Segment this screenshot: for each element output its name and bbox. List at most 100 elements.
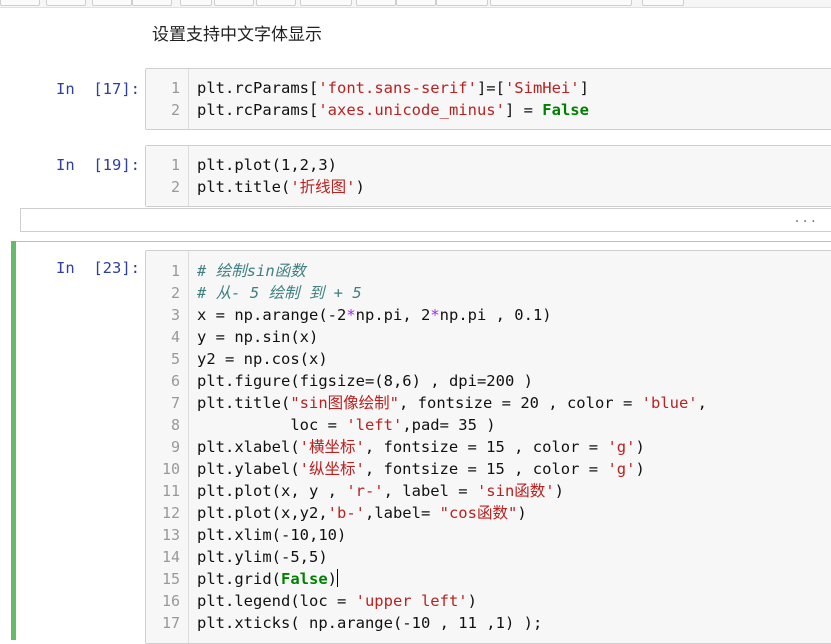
code-token: , fontsize = 15 , color = (364, 438, 608, 456)
line-number: 16 (161, 592, 180, 610)
code-token: '折线图' (290, 178, 356, 196)
code-line[interactable]: plt.ylabel('纵坐标', fontsize = 15 , color … (197, 458, 645, 480)
code-token: ) (517, 504, 527, 522)
code-token: ) (554, 482, 564, 500)
code-line[interactable]: plt.grid(False) (197, 568, 339, 590)
code-token: ) (327, 570, 338, 588)
code-token: 'left' (346, 416, 403, 434)
code-line[interactable]: plt.title('折线图') (197, 176, 365, 198)
line-number: 13 (161, 526, 180, 544)
code-line[interactable]: plt.title("sin图像绘制", fontsize = 20 , col… (197, 392, 707, 414)
code-line[interactable]: # 从- 5 绘制 到 + 5 (197, 282, 362, 304)
code-token: , fontsize = 15 , color = (364, 460, 608, 478)
code-token: x = np.arange(-2 (197, 306, 347, 324)
line-number: 10 (161, 460, 180, 478)
toolbar-button[interactable] (356, 0, 396, 6)
code-line[interactable]: plt.figure(figsize=(8,6) , dpi=200 ) (197, 370, 533, 392)
code-line[interactable]: plt.rcParams['axes.unicode_minus'] = Fal… (197, 99, 589, 121)
toolbar-button[interactable] (180, 0, 212, 6)
code-token: '纵坐标' (299, 460, 365, 478)
collapsed-output[interactable]: ... (20, 208, 831, 232)
toolbar-button[interactable] (46, 0, 86, 6)
code-line[interactable]: y2 = np.cos(x) (197, 348, 328, 370)
expand-output-ellipsis[interactable]: ... (793, 211, 818, 225)
toolbar-button[interactable] (256, 0, 296, 6)
code-cell-active[interactable]: 1 2 3 4 5 6 7 8 9 10 11 12 13 14 15 16 17 # 绘制sin函数 # 从- … (145, 250, 831, 644)
line-number: 8 (170, 416, 180, 434)
cell-type-select[interactable] (490, 0, 632, 6)
code-line[interactable]: plt.xticks( np.arange(-10 , 11 ,1) ); (197, 612, 542, 634)
code-token: , fontsize = 20 , color = (399, 394, 642, 412)
code-line[interactable]: y = np.sin(x) (197, 326, 318, 348)
toolbar-button[interactable] (436, 0, 488, 6)
line-number: 14 (161, 548, 180, 566)
code-line[interactable]: plt.plot(x,y2,'b-',label= "cos函数") (197, 502, 527, 524)
line-number: 2 (170, 101, 180, 119)
code-line[interactable]: # 绘制sin函数 (197, 260, 306, 282)
code-token: plt.xlabel( (197, 438, 300, 456)
code-line[interactable]: x = np.arange(-2*np.pi, 2*np.pi , 0.1) (197, 304, 552, 326)
code-line[interactable]: plt.rcParams['font.sans-serif']=['SimHei… (197, 77, 589, 99)
code-token: "sin图像绘制" (290, 394, 399, 412)
code-line[interactable]: plt.legend(loc = 'upper left') (197, 590, 477, 612)
line-number: 6 (170, 372, 180, 390)
code-token: # 从- 5 绘制 到 + 5 (197, 284, 362, 302)
code-token: 'SimHei' (504, 79, 580, 97)
code-token: plt.grid( (197, 570, 281, 588)
toolbar-button[interactable] (214, 0, 254, 6)
line-number: 11 (161, 482, 180, 500)
code-token: plt.plot(1,2,3) (197, 156, 337, 174)
code-token: 'r-' (346, 482, 384, 500)
toolbar-button[interactable] (132, 0, 172, 6)
code-token: plt.plot(x,y2, (197, 504, 328, 522)
code-line[interactable]: plt.xlabel('横坐标', fontsize = 15 , color … (197, 436, 645, 458)
code-line[interactable]: loc = 'left',pad= 35 ) (197, 414, 496, 436)
toolbar-button[interactable] (92, 0, 132, 6)
toolbar-button[interactable] (642, 0, 684, 6)
code-token: plt.ylabel( (197, 460, 300, 478)
code-token: plt.plot(x, y , (197, 482, 347, 500)
toolbar-button[interactable] (396, 0, 436, 6)
code-token: np.pi, 2 (355, 306, 431, 324)
toolbar-button[interactable] (0, 0, 40, 6)
code-token: False (281, 570, 328, 588)
code-token: ,pad= 35 ) (402, 416, 496, 434)
cell-prompt: In [23]: (56, 259, 140, 277)
cell-prompt: In [17]: (56, 80, 140, 98)
code-token: 'g' (607, 438, 636, 456)
code-line[interactable]: plt.ylim(-5,5) (197, 546, 328, 568)
toolbar-button[interactable] (300, 0, 352, 6)
code-line[interactable]: plt.plot(1,2,3) (197, 154, 337, 176)
code-token: ,label= (364, 504, 440, 522)
line-number-gutter: 12 (146, 69, 189, 129)
code-token: 'blue' (641, 394, 698, 412)
code-token: plt.ylim(-5,5) (197, 548, 328, 566)
code-token: 'font.sans-serif' (318, 79, 477, 97)
markdown-cell-text: 设置支持中文字体显示 (152, 25, 322, 45)
code-cell[interactable]: 12 plt.plot(1,2,3) plt.title('折线图') (145, 145, 831, 207)
line-number: 1 (170, 262, 180, 280)
line-number: 12 (161, 504, 180, 522)
code-token: loc = (197, 416, 347, 434)
code-token: , label = (383, 482, 477, 500)
line-number: 7 (170, 394, 180, 412)
line-number: 15 (161, 570, 180, 588)
code-token: , (697, 394, 707, 412)
code-token: y2 = np.cos(x) (197, 350, 328, 368)
code-token: 'b-' (327, 504, 365, 522)
line-number: 4 (170, 328, 180, 346)
line-number: 5 (170, 350, 180, 368)
code-token: plt.rcParams[ (197, 101, 319, 119)
code-token: ] (579, 79, 589, 97)
code-line[interactable]: plt.plot(x, y , 'r-', label = 'sin函数') (197, 480, 564, 502)
code-line[interactable]: plt.xlim(-10,10) (197, 524, 346, 546)
cell-prompt: In [19]: (56, 156, 140, 174)
code-token: 'sin函数' (476, 482, 555, 500)
code-cell[interactable]: 12 plt.rcParams['font.sans-serif']=['Sim… (145, 68, 831, 130)
code-token: 'upper left' (355, 592, 468, 610)
notebook-toolbar (0, 0, 831, 8)
line-number-gutter: 12 (146, 146, 189, 206)
code-token: np.pi , 0.1) (439, 306, 552, 324)
code-token: "cos函数" (439, 504, 518, 522)
code-token: plt.legend(loc = (197, 592, 356, 610)
